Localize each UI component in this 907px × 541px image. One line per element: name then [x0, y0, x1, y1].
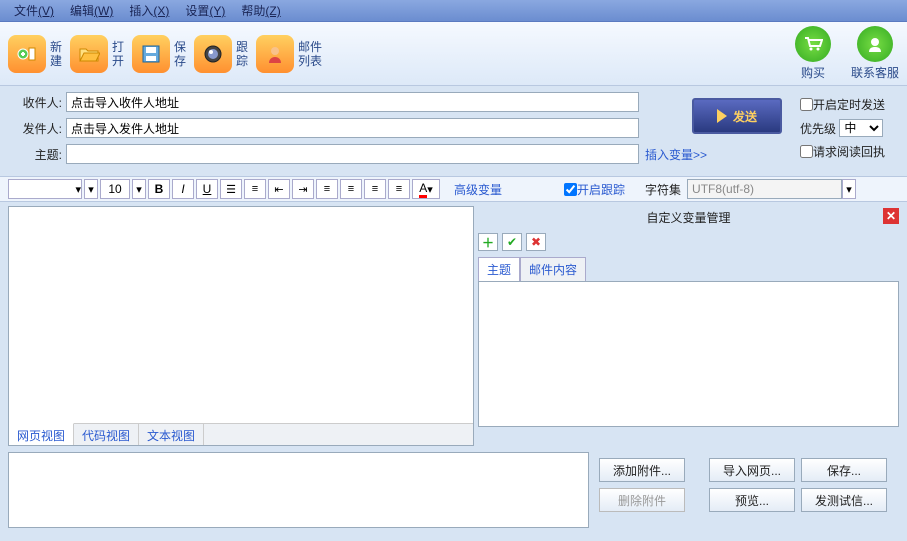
var-apply-button[interactable]: ✔: [502, 233, 522, 251]
new-button[interactable]: 新建: [8, 35, 64, 73]
open-icon: [70, 35, 108, 73]
save-icon: [132, 35, 170, 73]
variable-pane-title: 自定义变量管理: [478, 206, 899, 229]
var-delete-button[interactable]: ✖: [526, 233, 546, 251]
open-label: 打开: [112, 40, 126, 68]
italic-button[interactable]: I: [172, 179, 194, 199]
buy-icon: [795, 26, 831, 62]
justify-button[interactable]: ≡: [388, 179, 410, 199]
editor-view-tabs: 网页视图 代码视图 文本视图: [9, 423, 473, 445]
attachment-list[interactable]: [8, 452, 589, 528]
align-center-button[interactable]: ≡: [340, 179, 362, 199]
align-right-button[interactable]: ≡: [364, 179, 386, 199]
new-label: 新建: [50, 40, 64, 68]
font-color-button[interactable]: A▾: [412, 179, 440, 199]
send-button[interactable]: 发送: [692, 98, 782, 134]
font-size-dd[interactable]: ▾: [132, 179, 146, 199]
menu-help[interactable]: 帮助(Z): [233, 0, 288, 21]
to-input[interactable]: [66, 92, 639, 112]
indent-button[interactable]: ⇥: [292, 179, 314, 199]
font-family-dd[interactable]: ▾: [84, 179, 98, 199]
subject-label: 主题:: [12, 146, 62, 163]
contact-button[interactable]: 联系客服: [851, 26, 899, 81]
track-button[interactable]: 跟踪: [194, 35, 250, 73]
charset-label: 字符集: [645, 181, 681, 198]
footer: 添加附件... 删除附件 导入网页... 保存... 预览... 发测试信...: [8, 452, 899, 528]
font-size-input[interactable]: [100, 179, 130, 199]
send-options: 开启定时发送 优先级 中 请求阅读回执: [800, 96, 895, 166]
from-label: 发件人:: [12, 120, 62, 137]
font-family-button[interactable]: ▾: [8, 179, 82, 199]
maillist-label: 邮件列表: [298, 40, 326, 68]
var-tab-subject[interactable]: 主题: [478, 257, 520, 281]
variable-pane: 自定义变量管理 ✕ ＋ ✔ ✖ 主题 邮件内容: [478, 206, 899, 446]
track-icon: [194, 35, 232, 73]
editor-body[interactable]: [9, 207, 473, 426]
bold-button[interactable]: B: [148, 179, 170, 199]
menu-edit[interactable]: 编辑(W): [62, 0, 121, 21]
underline-button[interactable]: U: [196, 179, 218, 199]
align-left-button[interactable]: ≡: [316, 179, 338, 199]
save-button[interactable]: 保存: [132, 35, 188, 73]
save-as-button[interactable]: 保存...: [801, 458, 887, 482]
from-input[interactable]: [66, 118, 639, 138]
main-toolbar: 新建 打开 保存 跟踪 邮件列表 购买 联系客服: [0, 22, 907, 86]
open-button[interactable]: 打开: [70, 35, 126, 73]
import-webpage-button[interactable]: 导入网页...: [709, 458, 795, 482]
tab-text-view[interactable]: 文本视图: [139, 424, 204, 445]
outdent-button[interactable]: ⇤: [268, 179, 290, 199]
maillist-icon: [256, 35, 294, 73]
var-add-button[interactable]: ＋: [478, 233, 498, 251]
priority-select[interactable]: 中: [839, 119, 883, 137]
buy-button[interactable]: 购买: [795, 26, 831, 81]
play-icon: [717, 109, 727, 123]
add-attachment-button[interactable]: 添加附件...: [599, 458, 685, 482]
menu-settings[interactable]: 设置(Y): [177, 0, 233, 21]
editor-pane: 网页视图 代码视图 文本视图: [8, 206, 474, 446]
charset-dd[interactable]: ▾: [842, 179, 856, 199]
var-tab-body[interactable]: 邮件内容: [520, 257, 586, 281]
charset-select[interactable]: [687, 179, 842, 199]
receipt-checkbox[interactable]: 请求阅读回执: [800, 143, 895, 160]
track-label: 跟踪: [236, 40, 250, 68]
editor-toolbar: ▾ ▾ ▾ B I U ☰ ≡ ⇤ ⇥ ≡ ≡ ≡ ≡ A▾ 高级变量 开启跟踪…: [0, 176, 907, 202]
contact-label: 联系客服: [851, 64, 899, 81]
menu-insert[interactable]: 插入(X): [121, 0, 177, 21]
compose-form: 收件人: 发送 发件人: 主题: 插入变量>>: [0, 86, 907, 176]
variable-list[interactable]: [478, 281, 899, 427]
priority-row: 优先级 中: [800, 119, 895, 137]
subject-input[interactable]: [66, 144, 639, 164]
delete-attachment-button: 删除附件: [599, 488, 685, 512]
schedule-checkbox[interactable]: 开启定时发送: [800, 96, 895, 113]
tab-web-view[interactable]: 网页视图: [9, 423, 74, 445]
to-label: 收件人:: [12, 94, 62, 111]
send-test-button[interactable]: 发测试信...: [801, 488, 887, 512]
buy-label: 购买: [801, 64, 825, 81]
ordered-list-button[interactable]: ☰: [220, 179, 242, 199]
enable-track-checkbox[interactable]: 开启跟踪: [564, 181, 625, 198]
menu-bar: 文件(V) 编辑(W) 插入(X) 设置(Y) 帮助(Z): [0, 0, 907, 22]
close-icon[interactable]: ✕: [883, 208, 899, 224]
advanced-variable-link[interactable]: 高级变量: [454, 181, 502, 198]
preview-button[interactable]: 预览...: [709, 488, 795, 512]
new-icon: [8, 35, 46, 73]
contact-icon: [857, 26, 893, 62]
maillist-button[interactable]: 邮件列表: [256, 35, 326, 73]
insert-variable-link[interactable]: 插入变量>>: [645, 146, 707, 163]
tab-code-view[interactable]: 代码视图: [74, 424, 139, 445]
save-label: 保存: [174, 40, 188, 68]
unordered-list-button[interactable]: ≡: [244, 179, 266, 199]
menu-file[interactable]: 文件(V): [6, 0, 62, 21]
